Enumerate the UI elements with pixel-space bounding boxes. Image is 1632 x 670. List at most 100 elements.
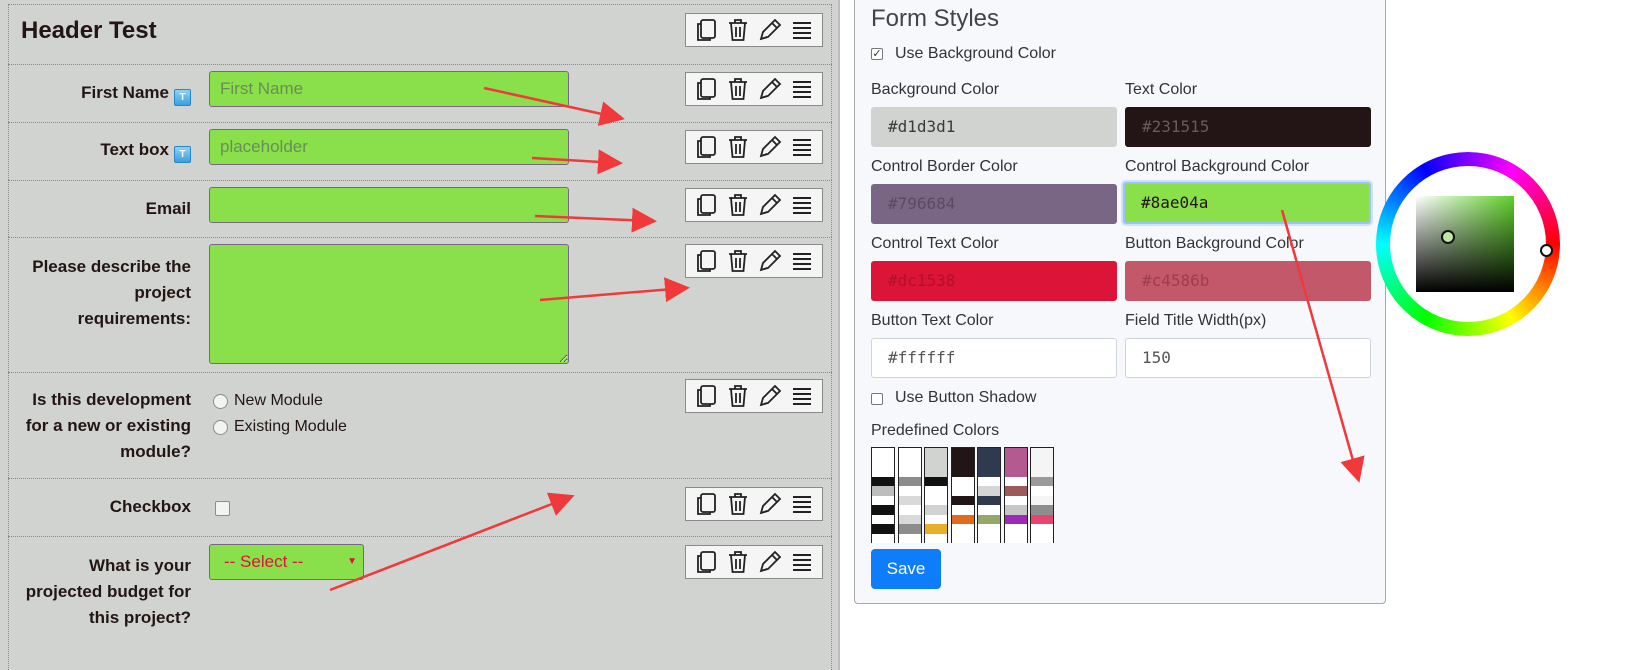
row-toolbar bbox=[685, 188, 823, 222]
text-box-input[interactable] bbox=[209, 129, 569, 165]
field-label: First Name T bbox=[1, 80, 191, 106]
copy-icon[interactable] bbox=[693, 248, 719, 274]
control-bg-color-input[interactable]: #8ae04a bbox=[1123, 182, 1371, 224]
budget-select[interactable]: -- Select -- ▼ bbox=[209, 544, 364, 580]
control-text-color-input[interactable]: #dc1538 bbox=[871, 261, 1117, 301]
trash-icon[interactable] bbox=[725, 76, 751, 102]
predefined-color-swatch[interactable] bbox=[977, 447, 1001, 543]
row-toolbar bbox=[685, 487, 823, 521]
field-title-width-input[interactable]: 150 bbox=[1125, 338, 1371, 378]
use-button-shadow-checkbox[interactable] bbox=[871, 393, 883, 405]
predefined-color-swatch[interactable] bbox=[871, 447, 895, 543]
trash-icon[interactable] bbox=[725, 17, 751, 43]
field-label: Text box T bbox=[1, 137, 191, 163]
predefined-color-swatch[interactable] bbox=[897, 447, 922, 543]
row-toolbar bbox=[685, 72, 823, 106]
copy-icon[interactable] bbox=[693, 17, 719, 43]
form-row-email: Email bbox=[8, 180, 832, 237]
control-border-color-label: Control Border Color bbox=[871, 158, 1018, 175]
info-icon[interactable]: T bbox=[174, 146, 191, 163]
predefined-color-swatch[interactable] bbox=[950, 447, 975, 543]
pencil-icon[interactable] bbox=[757, 248, 783, 274]
bg-color-input[interactable]: #d1d3d1 bbox=[871, 107, 1117, 147]
pencil-icon[interactable] bbox=[757, 549, 783, 575]
pencil-icon[interactable] bbox=[757, 192, 783, 218]
requirements-textarea[interactable] bbox=[209, 244, 569, 364]
trash-icon[interactable] bbox=[725, 248, 751, 274]
form-row-checkbox: Checkbox bbox=[8, 478, 832, 536]
menu-icon[interactable] bbox=[789, 383, 815, 409]
radio-button[interactable] bbox=[213, 393, 228, 409]
sv-handle[interactable] bbox=[1441, 230, 1455, 244]
field-label: Please describe the project requirements… bbox=[32, 257, 191, 328]
pencil-icon[interactable] bbox=[757, 17, 783, 43]
pencil-icon[interactable] bbox=[757, 383, 783, 409]
saturation-value-box[interactable] bbox=[1416, 196, 1514, 292]
row-toolbar bbox=[685, 379, 823, 413]
form-styles-panel: Form Styles ✓ Use Background Color Backg… bbox=[854, 0, 1386, 604]
radio-button[interactable] bbox=[213, 419, 228, 435]
trash-icon[interactable] bbox=[725, 549, 751, 575]
copy-icon[interactable] bbox=[693, 383, 719, 409]
field-label: Checkbox bbox=[109, 497, 191, 516]
menu-icon[interactable] bbox=[789, 17, 815, 43]
predefined-color-swatch[interactable] bbox=[1003, 447, 1028, 543]
copy-icon[interactable] bbox=[693, 192, 719, 218]
menu-icon[interactable] bbox=[789, 491, 815, 517]
menu-icon[interactable] bbox=[789, 76, 815, 102]
button-text-color-label: Button Text Color bbox=[871, 312, 994, 329]
form-row-description: Please describe the project requirements… bbox=[8, 237, 832, 372]
info-icon[interactable]: T bbox=[174, 89, 191, 106]
form-row-module-type: Is this development for a new or existin… bbox=[8, 372, 832, 478]
text-color-input[interactable]: #231515 bbox=[1125, 107, 1371, 147]
control-text-color-label: Control Text Color bbox=[871, 235, 999, 252]
trash-icon[interactable] bbox=[725, 491, 751, 517]
field-label: Is this development for a new or existin… bbox=[25, 390, 191, 461]
button-text-color-input[interactable]: #ffffff bbox=[871, 338, 1117, 378]
trash-icon[interactable] bbox=[725, 383, 751, 409]
form-header-title: Header Test bbox=[21, 17, 157, 44]
form-row-text-box: Text box T bbox=[8, 122, 832, 180]
color-picker-popup[interactable] bbox=[1376, 152, 1560, 336]
button-bg-color-label: Button Background Color bbox=[1125, 235, 1304, 252]
text-color-label: Text Color bbox=[1125, 81, 1198, 98]
first-name-input[interactable] bbox=[209, 71, 569, 107]
pencil-icon[interactable] bbox=[757, 134, 783, 160]
menu-icon[interactable] bbox=[789, 192, 815, 218]
use-bg-color-label: Use Background Color bbox=[895, 45, 1056, 62]
caret-down-icon: ▼ bbox=[347, 556, 357, 567]
pencil-icon[interactable] bbox=[757, 76, 783, 102]
radio-option-new-module[interactable]: New Module bbox=[213, 392, 323, 410]
control-border-color-input[interactable]: #796684 bbox=[871, 184, 1117, 224]
use-button-shadow-label: Use Button Shadow bbox=[895, 389, 1037, 406]
menu-icon[interactable] bbox=[789, 248, 815, 274]
field-label: What is your projected budget for this p… bbox=[25, 556, 191, 627]
row-toolbar bbox=[685, 545, 823, 579]
email-input[interactable] bbox=[209, 187, 569, 223]
copy-icon[interactable] bbox=[693, 134, 719, 160]
copy-icon[interactable] bbox=[693, 549, 719, 575]
hue-handle[interactable] bbox=[1540, 244, 1553, 257]
button-bg-color-input[interactable]: #c4586b bbox=[1125, 261, 1371, 301]
field-label: Email bbox=[145, 199, 191, 218]
predefined-color-swatch[interactable] bbox=[924, 447, 948, 543]
pencil-icon[interactable] bbox=[757, 491, 783, 517]
form-row-first-name: First Name T bbox=[8, 64, 832, 122]
radio-option-existing-module[interactable]: Existing Module bbox=[213, 418, 347, 436]
copy-icon[interactable] bbox=[693, 76, 719, 102]
copy-icon[interactable] bbox=[693, 491, 719, 517]
checkbox-input[interactable] bbox=[215, 501, 230, 516]
trash-icon[interactable] bbox=[725, 192, 751, 218]
menu-icon[interactable] bbox=[789, 134, 815, 160]
form-row-budget: What is your projected budget for this p… bbox=[8, 536, 832, 670]
row-toolbar bbox=[685, 130, 823, 164]
panel-title: Form Styles bbox=[871, 5, 1000, 32]
field-title-width-label: Field Title Width(px) bbox=[1125, 312, 1267, 329]
save-button[interactable]: Save bbox=[871, 549, 941, 589]
trash-icon[interactable] bbox=[725, 134, 751, 160]
predefined-colors-label: Predefined Colors bbox=[871, 422, 1000, 439]
menu-icon[interactable] bbox=[789, 549, 815, 575]
use-bg-color-checkbox[interactable]: ✓ bbox=[871, 48, 883, 60]
predefined-color-swatch[interactable] bbox=[1030, 447, 1054, 543]
row-toolbar bbox=[685, 13, 823, 47]
